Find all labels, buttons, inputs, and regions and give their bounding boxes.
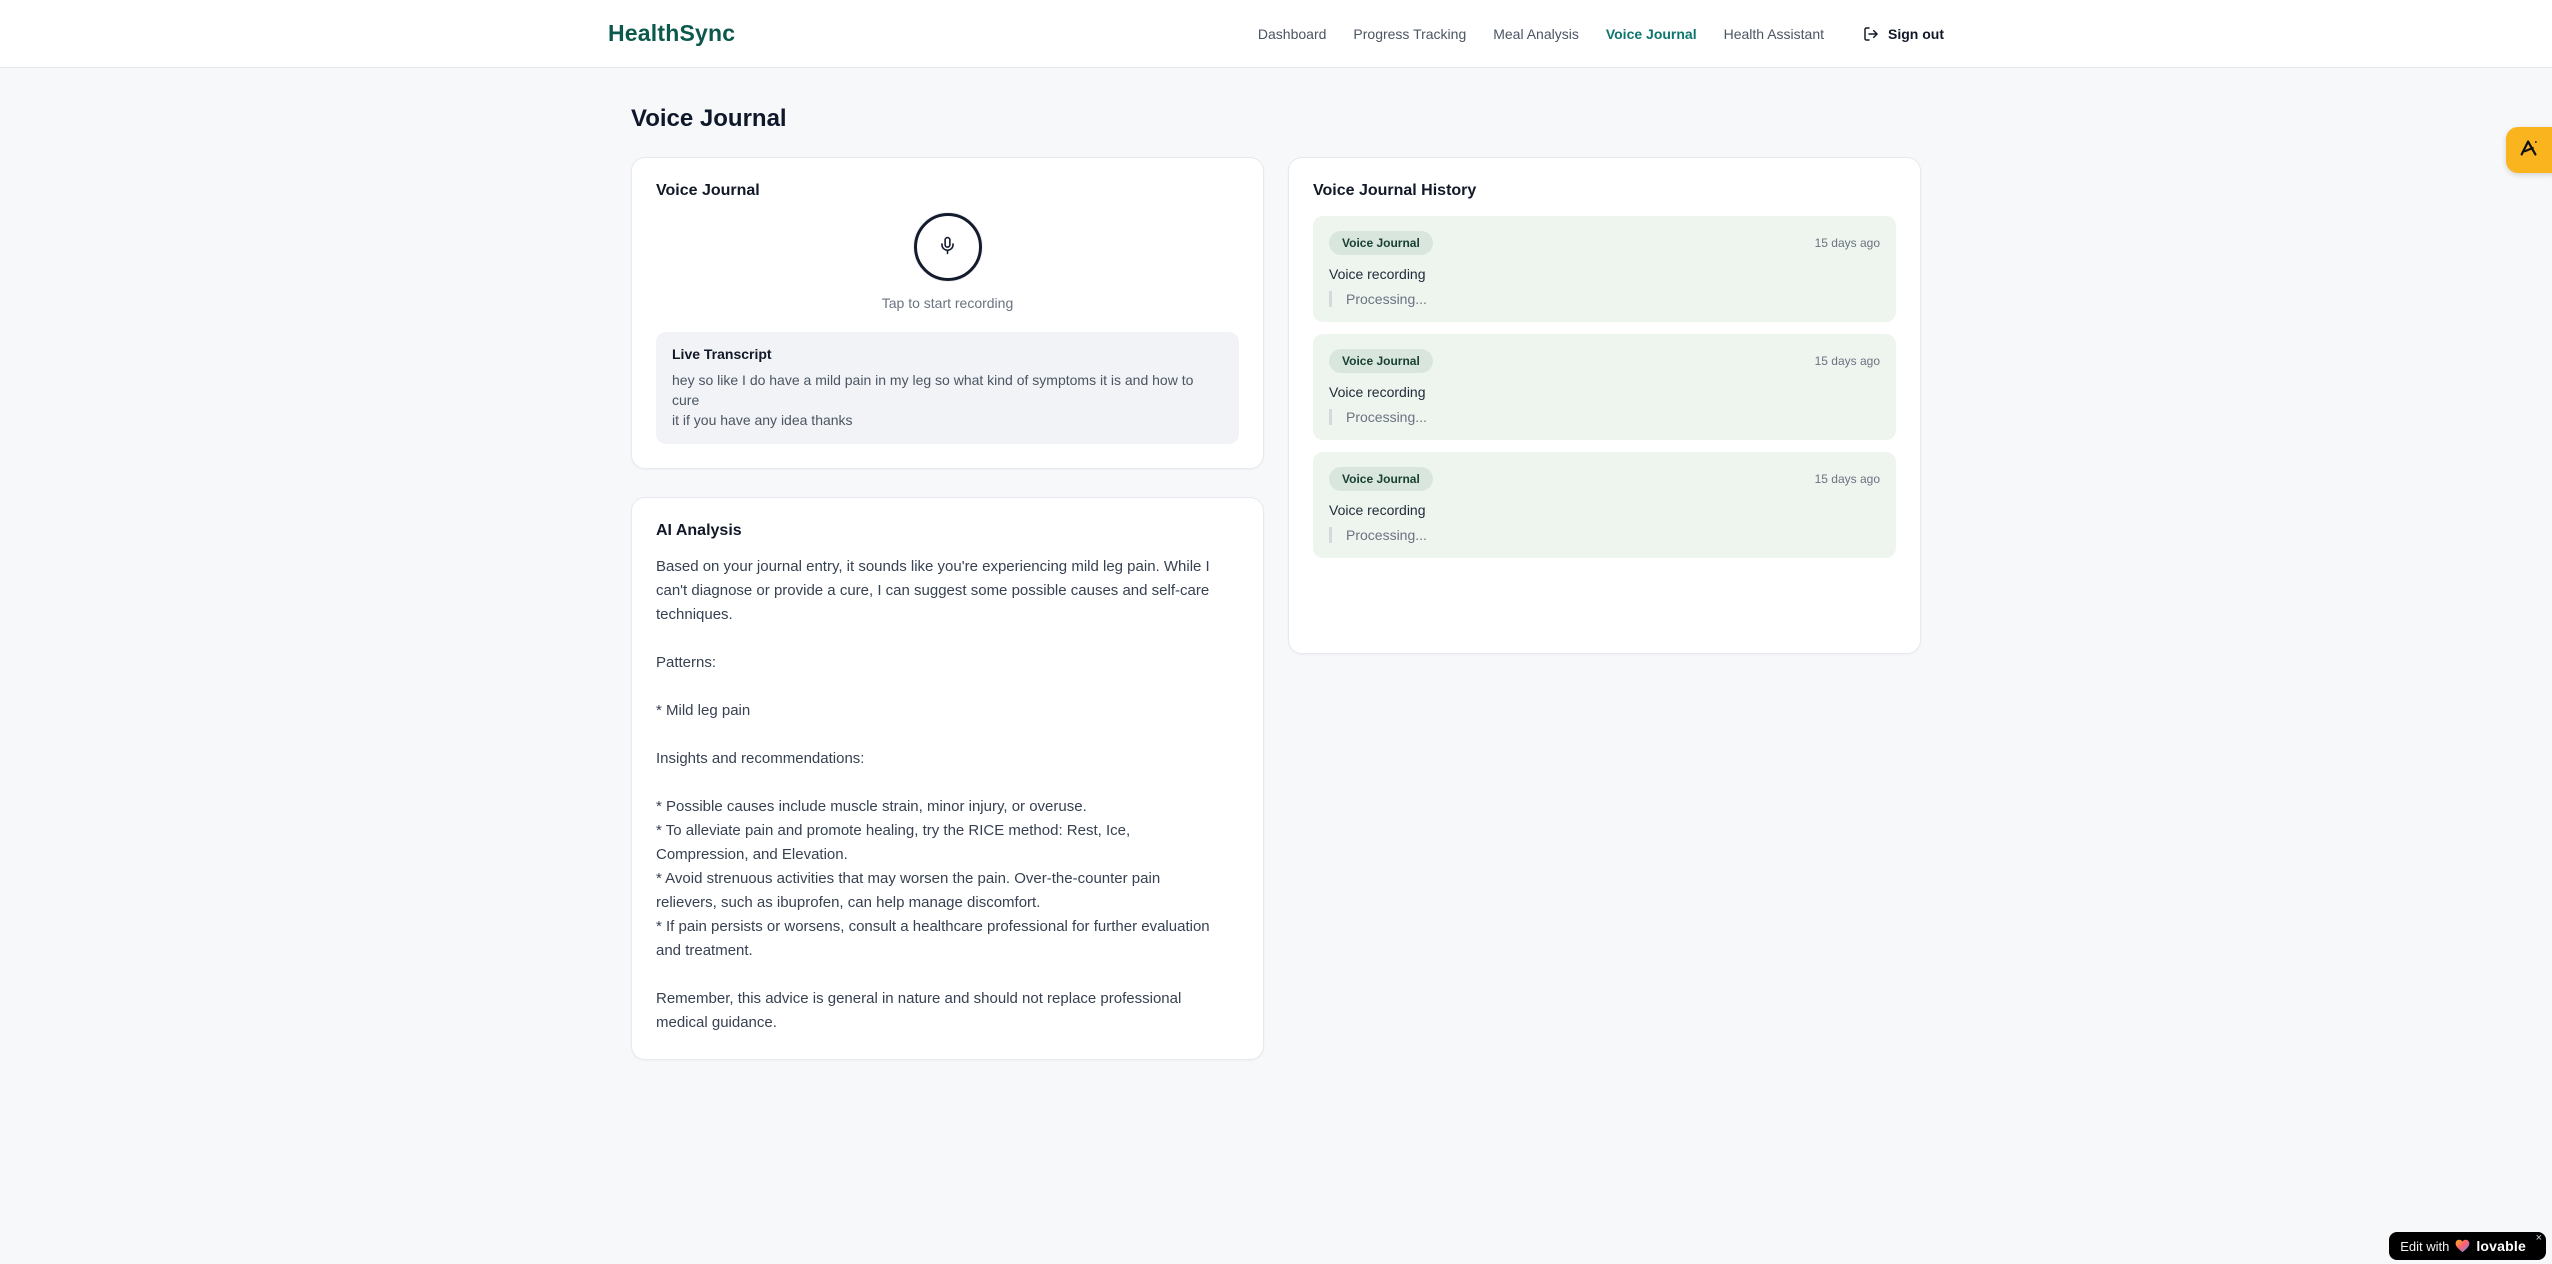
sign-out-button[interactable]: Sign out [1863,26,1944,42]
live-transcript-text: hey so like I do have a mild pain in my … [672,372,1194,428]
nav-item-health-assistant[interactable]: Health Assistant [1724,26,1824,42]
entry-timestamp: 15 days ago [1814,236,1880,250]
voice-recorder-card: Voice Journal Tap to start recording Liv… [631,157,1264,469]
entry-timestamp: 15 days ago [1814,472,1880,486]
history-entry-header: Voice Journal 15 days ago [1329,231,1880,255]
sign-out-label: Sign out [1888,25,1944,42]
entry-type-badge: Voice Journal [1329,349,1433,373]
entry-label: Voice recording [1329,502,1426,518]
left-column: Voice Journal Tap to start recording Liv… [631,157,1264,1060]
top-navbar: HealthSync Dashboard Progress Tracking M… [0,0,2552,68]
history-card-title: Voice Journal History [1313,182,1477,199]
right-column: Voice Journal History Voice Journal 15 d… [1288,157,1921,654]
nav-item-voice-journal[interactable]: Voice Journal [1606,26,1697,42]
ai-analysis-card: AI Analysis Based on your journal entry,… [631,497,1264,1060]
brand-logo[interactable]: HealthSync [608,20,735,47]
entry-status: Processing... [1329,409,1880,425]
entry-timestamp: 15 days ago [1814,354,1880,368]
log-out-icon [1863,26,1879,42]
main-content: Voice Journal Voice Journal Tap to start… [631,68,1921,1060]
history-entry[interactable]: Voice Journal 15 days ago Voice recordin… [1313,334,1896,440]
microphone-icon [938,236,957,258]
entry-label: Voice recording [1329,384,1426,400]
nav-item-meal-analysis[interactable]: Meal Analysis [1493,26,1579,42]
navbar-container: HealthSync Dashboard Progress Tracking M… [608,0,1944,67]
recorder-center: Tap to start recording [656,213,1239,311]
entry-label: Voice recording [1329,266,1426,282]
content-grid: Voice Journal Tap to start recording Liv… [631,157,1921,1060]
entry-status: Processing... [1329,527,1880,543]
nav-item-dashboard[interactable]: Dashboard [1258,26,1327,42]
recorder-card-title: Voice Journal [656,182,760,199]
nav-item-progress-tracking[interactable]: Progress Tracking [1353,26,1466,42]
entry-status: Processing... [1329,291,1880,307]
voice-journal-history-card: Voice Journal History Voice Journal 15 d… [1288,157,1921,654]
page-title: Voice Journal [631,105,787,132]
history-entry[interactable]: Voice Journal 15 days ago Voice recordin… [1313,452,1896,558]
entry-type-badge: Voice Journal [1329,231,1433,255]
live-transcript-title: Live Transcript [672,346,772,362]
anima-logo-icon [2518,137,2540,164]
history-entry-header: Voice Journal 15 days ago [1329,467,1880,491]
entry-type-badge: Voice Journal [1329,467,1433,491]
ai-analysis-title: AI Analysis [656,522,742,539]
record-button[interactable] [913,213,982,281]
nav-links: Dashboard Progress Tracking Meal Analysi… [1258,26,1944,42]
live-transcript-box: Live Transcript hey so like I do have a … [656,332,1239,444]
close-icon[interactable]: × [2536,1233,2542,1244]
ai-analysis-body: Based on your journal entry, it sounds l… [656,558,1210,1031]
edit-with-lovable-badge[interactable]: Edit with lovable × [2389,1232,2546,1260]
lovable-heart-icon [2455,1239,2470,1253]
lovable-label: lovable [2476,1238,2526,1254]
history-entry[interactable]: Voice Journal 15 days ago Voice recordin… [1313,216,1896,322]
anima-side-tab[interactable] [2506,127,2552,173]
history-list: Voice Journal 15 days ago Voice recordin… [1313,216,1896,558]
edit-with-label: Edit with [2400,1238,2450,1254]
history-entry-header: Voice Journal 15 days ago [1329,349,1880,373]
tap-to-record-hint: Tap to start recording [881,295,1014,311]
